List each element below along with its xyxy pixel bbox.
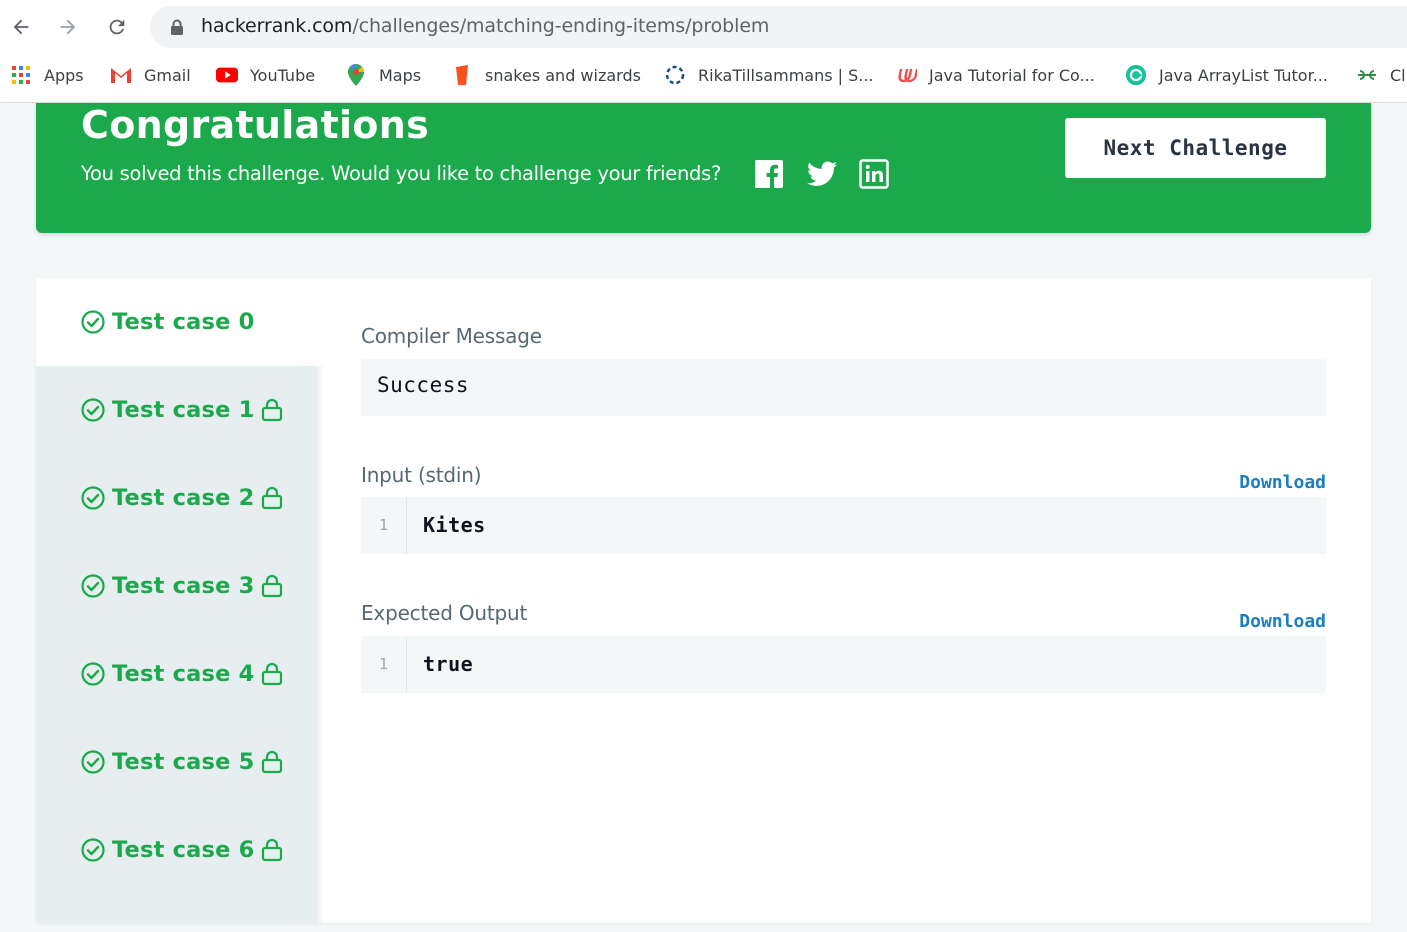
- bookmarks-bar: Apps Gmail YouTube Maps snakes and wizar…: [0, 56, 1407, 94]
- bookmark-java-arraylist[interactable]: Java ArrayList Tutor...: [1125, 56, 1328, 94]
- bookmark-gmail[interactable]: Gmail: [110, 56, 191, 94]
- back-arrow-icon: [13, 19, 29, 35]
- lock-icon: [262, 750, 283, 774]
- bookmark-rika[interactable]: RikaTillsammans | S...: [664, 56, 874, 94]
- bookmark-label: Gmail: [144, 65, 191, 85]
- bookmark-geeks[interactable]: Cl: [1356, 56, 1406, 94]
- test-case-tabs: Test case 0 Test case 1 Test case 2 Test…: [36, 278, 316, 923]
- tab-test-case-3[interactable]: Test case 3: [36, 542, 316, 630]
- bookmark-snakes[interactable]: snakes and wizards: [451, 56, 641, 94]
- tab-label: Test case 3: [112, 573, 255, 599]
- compiler-message-box: Success: [361, 359, 1326, 416]
- tab-test-case-1[interactable]: Test case 1: [36, 366, 316, 454]
- tab-test-case-5[interactable]: Test case 5: [36, 718, 316, 806]
- tab-test-case-2[interactable]: Test case 2: [36, 454, 316, 542]
- tab-label: Test case 4: [112, 661, 255, 687]
- compiler-message-text: Success: [377, 373, 470, 397]
- reload-icon: [109, 19, 125, 35]
- check-circle-icon: [81, 398, 105, 422]
- line-number: 1: [379, 516, 389, 534]
- reload-button[interactable]: [100, 10, 134, 44]
- forward-button[interactable]: [51, 10, 85, 44]
- congratulations-banner: Congratulations You solved this challeng…: [36, 103, 1371, 233]
- check-circle-icon: [81, 662, 105, 686]
- next-challenge-button[interactable]: Next Challenge: [1065, 118, 1326, 178]
- tab-label: Test case 6: [112, 837, 255, 863]
- bookmark-label: Apps: [44, 65, 84, 85]
- check-circle-icon: [81, 750, 105, 774]
- bookmark-label: YouTube: [250, 65, 316, 85]
- input-code-box: 1 Kites: [361, 497, 1326, 554]
- compiler-message-label: Compiler Message: [361, 324, 542, 348]
- linkedin-icon: [859, 159, 889, 189]
- input-value: Kites: [423, 513, 486, 537]
- bookmark-label: Cl: [1390, 65, 1406, 85]
- grammarly-icon: [1125, 64, 1147, 86]
- lock-icon: [262, 838, 283, 862]
- lock-icon: [171, 19, 183, 35]
- tab-label: Test case 2: [112, 485, 255, 511]
- linkedin-share-button[interactable]: [858, 158, 890, 190]
- lock-icon: [262, 486, 283, 510]
- check-circle-icon: [81, 310, 105, 334]
- browser-toolbar: hackerrank.com/challenges/matching-endin…: [0, 0, 1407, 103]
- facebook-icon: [755, 160, 783, 188]
- forward-arrow-icon: [60, 19, 76, 35]
- line-gutter: 1: [361, 497, 407, 554]
- input-label: Input (stdin): [361, 463, 482, 487]
- check-circle-icon: [81, 486, 105, 510]
- tab-label: Test case 5: [112, 749, 255, 775]
- check-circle-icon: [81, 838, 105, 862]
- snakes-icon: [451, 64, 473, 86]
- banner-subtitle: You solved this challenge. Would you lik…: [81, 162, 722, 185]
- tab-test-case-6[interactable]: Test case 6: [36, 806, 316, 894]
- line-gutter: 1: [361, 636, 407, 693]
- tab-label: Test case 0: [112, 309, 255, 335]
- twitter-share-button[interactable]: [806, 158, 838, 190]
- tabs-divider-shadow: [316, 366, 324, 923]
- bookmark-label: Maps: [379, 65, 422, 85]
- gmail-icon: [110, 64, 132, 86]
- facebook-share-button[interactable]: [753, 158, 785, 190]
- banner-title: Congratulations: [81, 103, 429, 147]
- udemy-icon: [895, 64, 917, 86]
- tab-test-case-0[interactable]: Test case 0: [36, 278, 316, 366]
- lock-icon: [262, 574, 283, 598]
- bookmark-maps[interactable]: Maps: [345, 56, 421, 94]
- bookmark-label: RikaTillsammans | S...: [698, 65, 874, 85]
- maps-pin-icon: [345, 63, 367, 86]
- check-circle-icon: [81, 574, 105, 598]
- lock-icon: [262, 398, 283, 422]
- twitter-icon: [807, 161, 837, 186]
- output-value: true: [423, 652, 474, 676]
- geeks-icon: [1356, 64, 1378, 86]
- lock-icon: [262, 662, 283, 686]
- output-download-link[interactable]: Download: [1239, 611, 1326, 632]
- tab-label: Test case 1: [112, 397, 255, 423]
- bookmark-apps[interactable]: Apps: [10, 56, 84, 94]
- back-button[interactable]: [4, 10, 38, 44]
- line-number: 1: [379, 655, 389, 673]
- output-code-box: 1 true: [361, 636, 1326, 693]
- bookmark-youtube[interactable]: YouTube: [216, 56, 315, 94]
- url-text: hackerrank.com/challenges/matching-endin…: [201, 15, 770, 37]
- bookmark-label: Java ArrayList Tutor...: [1159, 65, 1328, 85]
- input-download-link[interactable]: Download: [1239, 472, 1326, 493]
- expected-output-label: Expected Output: [361, 601, 528, 625]
- youtube-icon: [216, 64, 238, 86]
- tab-test-case-4[interactable]: Test case 4: [36, 630, 316, 718]
- bookmark-label: Java Tutorial for Co...: [929, 65, 1095, 85]
- bookmark-udemy[interactable]: Java Tutorial for Co...: [895, 56, 1095, 94]
- rika-icon: [664, 64, 686, 86]
- apps-grid-icon: [10, 64, 32, 86]
- address-bar[interactable]: hackerrank.com/challenges/matching-endin…: [150, 6, 1407, 48]
- bookmark-label: snakes and wizards: [485, 65, 641, 85]
- test-results-panel: Test case 0 Test case 1 Test case 2 Test…: [36, 278, 1371, 923]
